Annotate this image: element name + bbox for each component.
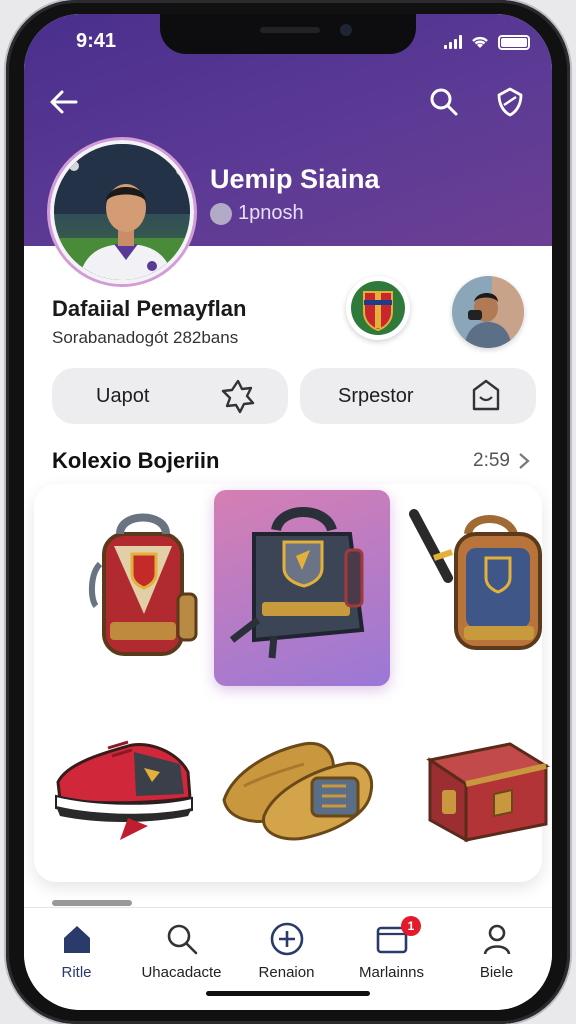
plus-circle-icon: [270, 922, 303, 956]
bottom-tab-bar: Ritle Uhacadacte Renaion 1 Marlainns Bie…: [24, 907, 552, 1010]
collection-item-treasure-chest[interactable]: [406, 720, 552, 916]
speaker: [260, 27, 320, 33]
screen: 9:41 Uemip Siaina 1pnosh Dafaiial Pemayf…: [24, 14, 552, 1010]
collection-see-all[interactable]: 2:59: [473, 450, 530, 472]
person-icon: [483, 924, 510, 955]
club-title: Dafaiial Pemayflan: [52, 296, 247, 321]
search-icon: [167, 924, 197, 955]
right-action-button[interactable]: Srpestor: [300, 368, 536, 424]
collection-title: Kolexio Bojeriin: [52, 448, 220, 473]
notch: [160, 14, 416, 54]
treasure-chest-icon: [426, 742, 550, 843]
stat-icon: [210, 202, 232, 225]
tab-home-label: Ritle: [61, 964, 92, 981]
tab-inbox-label: Marlainns: [358, 964, 425, 981]
status-icons: [444, 34, 530, 50]
collection-item-dark-backpack[interactable]: [214, 490, 390, 686]
section-peek: [52, 900, 132, 906]
shield-smile-icon: [472, 379, 500, 411]
collection-count: 2:59: [473, 450, 510, 471]
home-icon: [63, 926, 90, 953]
collection-item-gold-boots[interactable]: [214, 720, 390, 916]
tab-search[interactable]: Uhacadacte: [129, 922, 234, 992]
camera: [340, 24, 352, 36]
left-action-label: Uapot: [96, 384, 150, 407]
user-stat-value: 1pnosh: [238, 202, 304, 224]
status-time: 9:41: [76, 30, 117, 52]
search-icon[interactable]: [426, 84, 462, 120]
user-name: Uemip Siaina: [210, 164, 380, 194]
member-avatar[interactable]: [452, 276, 524, 348]
chevron-right-icon: [519, 453, 530, 469]
blue-backpack-icon: [409, 509, 542, 650]
collection-item-blue-backpack[interactable]: [404, 494, 552, 690]
gold-boots-icon: [222, 741, 373, 841]
right-action-label: Srpestor: [338, 384, 414, 407]
user-stat: 1pnosh: [210, 202, 304, 225]
collection-item-red-sneaker[interactable]: [48, 702, 208, 898]
back-arrow-icon[interactable]: [46, 84, 82, 120]
tab-profile[interactable]: Biele: [444, 922, 549, 992]
club-subtitle: Sorabanadogót 282bans: [52, 328, 239, 347]
collection-card: [34, 484, 550, 882]
shield-badge-icon[interactable]: [492, 84, 528, 120]
red-backpack-icon: [88, 513, 198, 656]
tab-create[interactable]: Renaion: [234, 922, 339, 992]
star-badge-icon: [221, 379, 255, 414]
left-action-button[interactable]: Uapot: [52, 368, 288, 424]
wifi-icon: [472, 36, 488, 48]
battery-icon: [498, 34, 530, 50]
club-crest-logo[interactable]: [346, 276, 410, 340]
tab-search-label: Uhacadacte: [141, 964, 222, 981]
red-sneaker-icon: [55, 740, 193, 840]
notification-badge: 1: [401, 916, 421, 936]
tab-home[interactable]: Ritle: [24, 922, 129, 992]
collection-item-red-backpack[interactable]: [60, 494, 220, 690]
signal-icon: [444, 35, 462, 49]
home-indicator: [206, 991, 370, 996]
phone-frame: 9:41 Uemip Siaina 1pnosh Dafaiial Pemayf…: [6, 0, 570, 1024]
profile-avatar[interactable]: [50, 140, 194, 284]
tab-profile-label: Biele: [479, 964, 514, 981]
tab-inbox[interactable]: 1 Marlainns: [339, 916, 444, 992]
dark-backpack-icon: [229, 507, 365, 659]
tab-create-label: Renaion: [258, 964, 315, 981]
